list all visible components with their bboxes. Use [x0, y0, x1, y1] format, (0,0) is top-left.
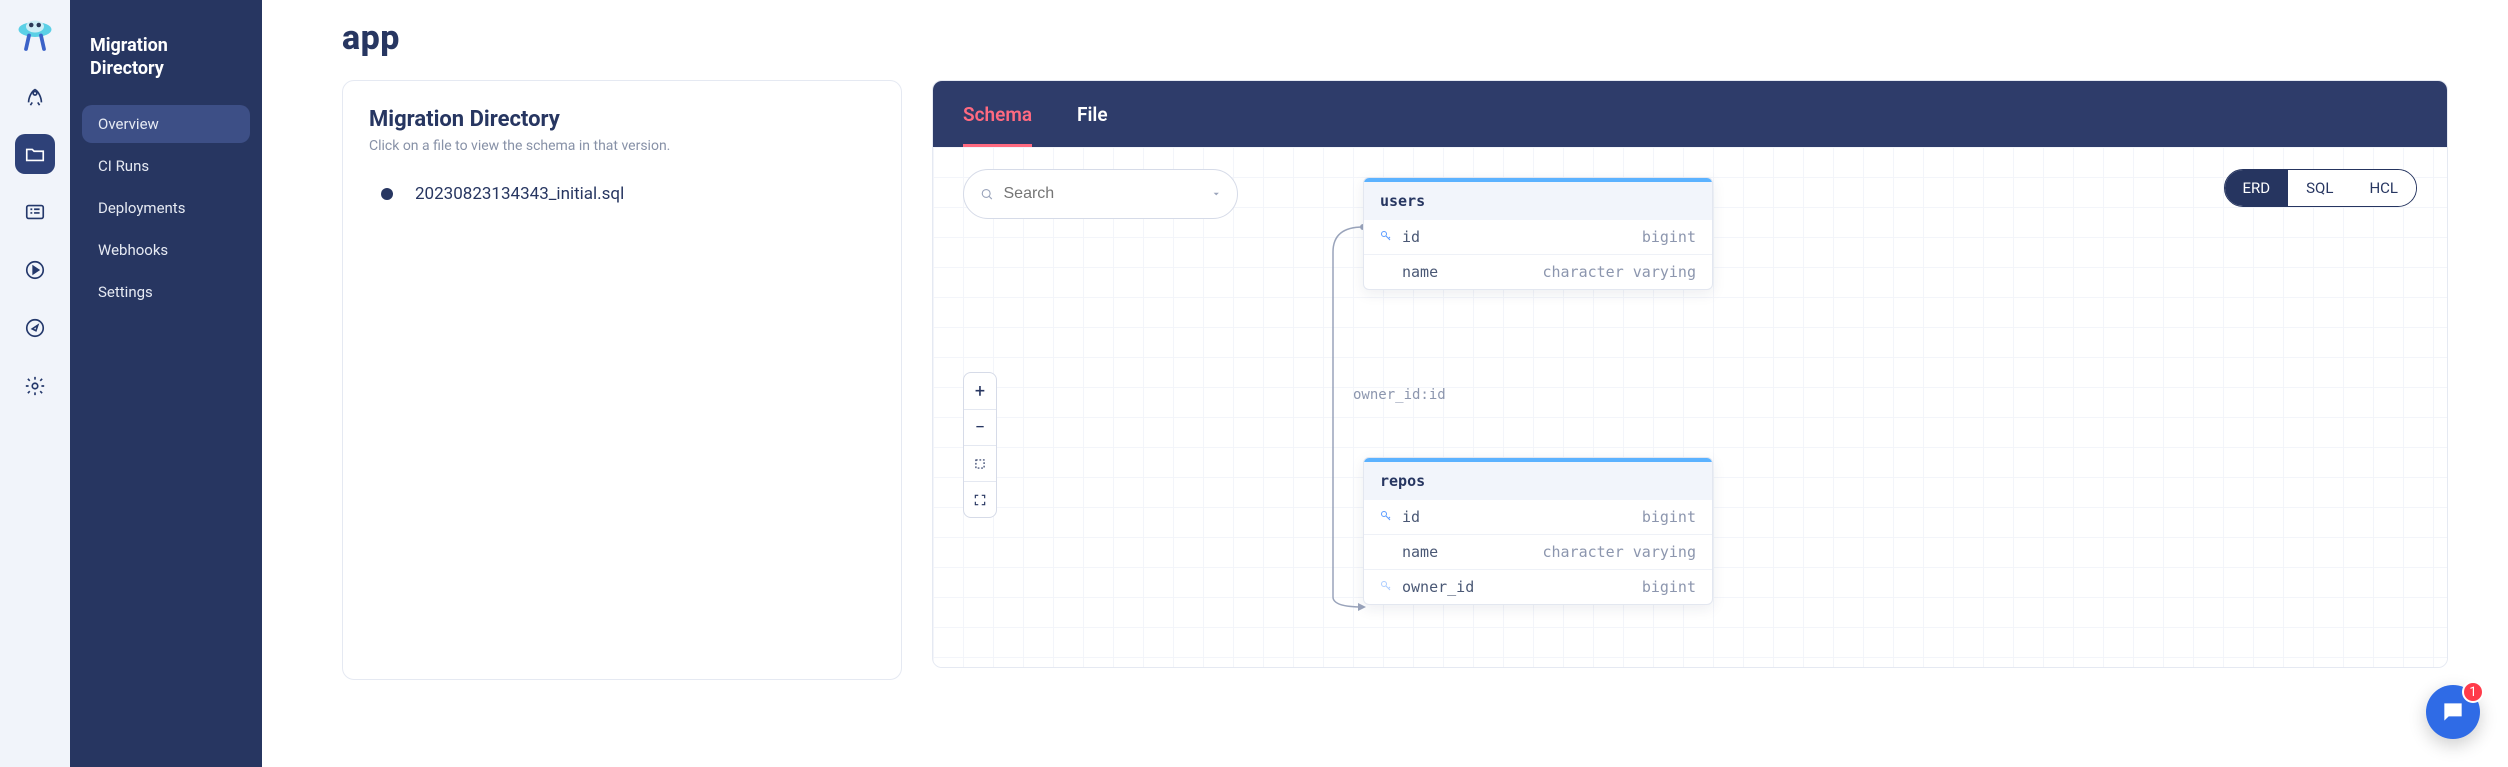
- list-icon[interactable]: [15, 192, 55, 232]
- view-hcl[interactable]: HCL: [2351, 170, 2416, 206]
- view-erd[interactable]: ERD: [2225, 170, 2289, 206]
- compass-icon[interactable]: [15, 308, 55, 348]
- zoom-fit-button[interactable]: [964, 445, 996, 481]
- fullscreen-button[interactable]: [964, 481, 996, 517]
- key-icon: [1380, 508, 1392, 526]
- erd-table-name: users: [1364, 178, 1712, 220]
- chat-icon: [2440, 699, 2466, 725]
- sidebar-title: Migration Directory: [78, 18, 254, 103]
- erd-column: id bigint: [1364, 220, 1712, 254]
- key-icon: [1380, 578, 1392, 596]
- zoom-controls: + −: [963, 372, 997, 518]
- dir-title: Migration Directory: [369, 107, 875, 132]
- schema-card: Schema File ERD SQL HCL + −: [932, 80, 2448, 668]
- tab-schema[interactable]: Schema: [963, 81, 1032, 147]
- erd-table-users[interactable]: users id bigint name character varying: [1363, 177, 1713, 290]
- tab-file[interactable]: File: [1077, 81, 1108, 147]
- sidebar-item-deployments[interactable]: Deployments: [82, 189, 250, 227]
- erd-table-repos[interactable]: repos id bigint name character varying: [1363, 457, 1713, 605]
- schema-tabbar: Schema File: [933, 81, 2447, 147]
- nav-rail: [0, 0, 70, 767]
- sidebar-item-overview[interactable]: Overview: [82, 105, 250, 143]
- search-box[interactable]: [963, 169, 1238, 219]
- search-icon: [980, 185, 994, 203]
- sidebar-item-settings[interactable]: Settings: [82, 273, 250, 311]
- relation-label: owner_id:id: [1353, 387, 1446, 403]
- file-status-dot: [381, 188, 393, 200]
- view-sql[interactable]: SQL: [2288, 170, 2351, 206]
- page-title: app: [342, 18, 2448, 58]
- erd-column: owner_id bigint: [1364, 569, 1712, 604]
- zoom-in-button[interactable]: +: [964, 373, 996, 409]
- sidebar-item-ci-runs[interactable]: CI Runs: [82, 147, 250, 185]
- logo: [11, 10, 59, 58]
- search-input[interactable]: [1004, 185, 1211, 203]
- play-icon[interactable]: [15, 250, 55, 290]
- migration-directory-panel: Migration Directory Click on a file to v…: [342, 80, 902, 680]
- chevron-down-icon[interactable]: [1211, 187, 1222, 201]
- schema-canvas[interactable]: ERD SQL HCL + −: [933, 147, 2447, 667]
- sidebar-item-webhooks[interactable]: Webhooks: [82, 231, 250, 269]
- rocket-icon[interactable]: [15, 76, 55, 116]
- folder-icon[interactable]: [15, 134, 55, 174]
- dir-hint: Click on a file to view the schema in th…: [369, 138, 875, 154]
- erd-column: name character varying: [1364, 254, 1712, 289]
- erd-column: id bigint: [1364, 500, 1712, 534]
- file-name: 20230823134343_initial.sql: [415, 184, 624, 204]
- erd-column: name character varying: [1364, 534, 1712, 569]
- zoom-out-button[interactable]: −: [964, 409, 996, 445]
- view-toggle: ERD SQL HCL: [2224, 169, 2417, 207]
- sidebar: Migration Directory Overview CI Runs Dep…: [70, 0, 262, 767]
- main: app Migration Directory Click on a file …: [262, 0, 2508, 767]
- migration-file[interactable]: 20230823134343_initial.sql: [369, 178, 875, 210]
- chat-badge: 1: [2462, 681, 2484, 703]
- erd-table-name: repos: [1364, 458, 1712, 500]
- chat-bubble[interactable]: 1: [2426, 685, 2480, 739]
- key-icon: [1380, 228, 1392, 246]
- gear-icon[interactable]: [15, 366, 55, 406]
